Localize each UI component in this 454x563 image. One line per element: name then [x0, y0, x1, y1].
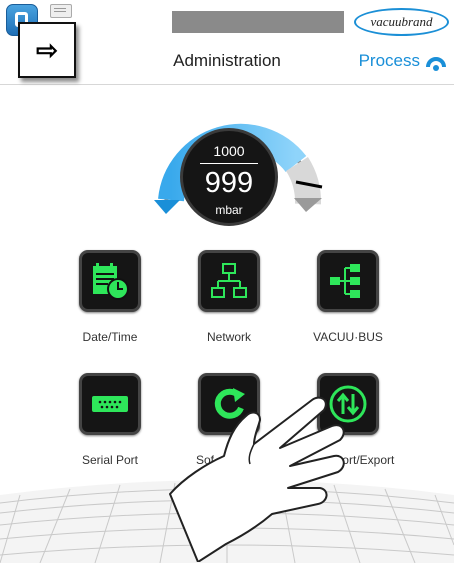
gauge-readout: 1000 999 mbar: [180, 128, 278, 226]
process-icon[interactable]: [426, 54, 446, 74]
setpoint-marker-right: [294, 198, 322, 212]
tile-label: Date/Time: [82, 330, 138, 344]
setpoint-marker-left: [154, 200, 180, 214]
serial-port-icon: [79, 373, 141, 435]
calendar-clock-icon: [79, 250, 141, 312]
arrow-callout: ⇨: [18, 22, 76, 78]
process-link[interactable]: Process: [359, 51, 420, 71]
tile-label: VACUU·BUS: [313, 330, 383, 344]
vacuubus-icon: [317, 250, 379, 312]
device-icon: [50, 4, 72, 18]
gauge-divider: [200, 163, 258, 164]
screen: vacuubrand ngs Administration Process ⇨ …: [0, 0, 454, 563]
gauge-value: 999: [204, 167, 254, 199]
status-message-bar: [172, 11, 344, 33]
network-icon: [198, 250, 260, 312]
gauge-setpoint: 1000: [213, 143, 245, 159]
pointing-hand-icon: [169, 396, 345, 562]
brand-logo: vacuubrand: [354, 8, 449, 36]
tile-label: Network: [206, 330, 251, 344]
gauge-unit: mbar: [215, 203, 243, 217]
